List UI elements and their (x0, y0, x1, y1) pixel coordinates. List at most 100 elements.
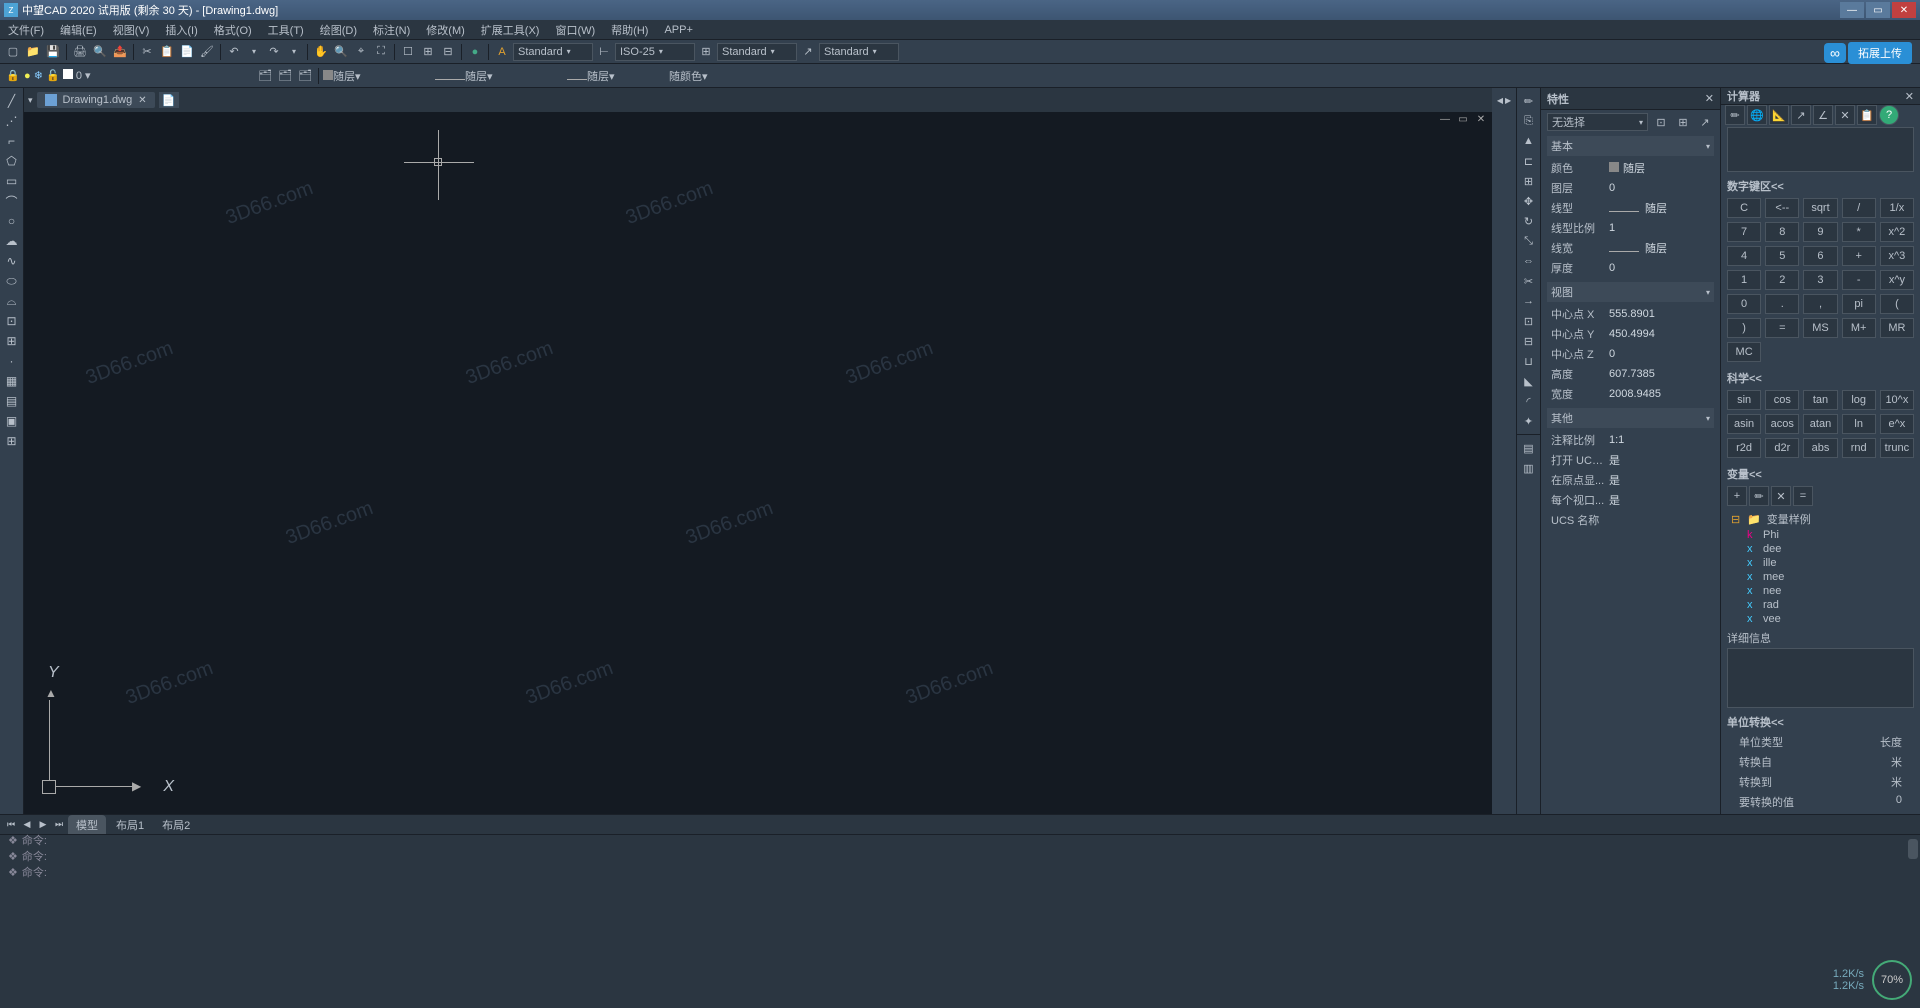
property-value[interactable]: 是 (1605, 472, 1714, 488)
sci-section-header[interactable]: 科学<< (1727, 368, 1914, 388)
menu-tools[interactable]: 工具(T) (260, 22, 312, 38)
text-style-dropdown[interactable]: Standard▾ (513, 43, 593, 61)
var-item[interactable]: kPhi (1727, 528, 1914, 542)
property-value[interactable]: 0 (1605, 348, 1714, 360)
print-icon[interactable]: 🖨 (71, 43, 89, 61)
save-icon[interactable]: 💾 (44, 43, 62, 61)
numpad-section-header[interactable]: 数字键区<< (1727, 176, 1914, 196)
calc-key-acos[interactable]: acos (1765, 414, 1799, 434)
property-row[interactable]: 线宽随层 (1547, 238, 1714, 258)
cmd-handle-icon[interactable]: ❖ (8, 866, 18, 879)
help-icon[interactable]: ? (1879, 105, 1899, 125)
property-value[interactable]: 2008.9485 (1605, 388, 1714, 400)
scale-icon[interactable]: ⤡ (1519, 232, 1539, 250)
rectangle-icon[interactable]: ▭ (2, 172, 22, 190)
property-row[interactable]: 注释比例1:1 (1547, 430, 1714, 450)
cut-icon[interactable]: ✂ (138, 43, 156, 61)
property-value[interactable]: 555.8901 (1605, 308, 1714, 320)
calc-key-6[interactable]: 6 (1803, 246, 1837, 266)
linetype-dropdown[interactable]: 随层▾ (435, 68, 565, 84)
viewport-close-icon[interactable]: ✕ (1474, 114, 1488, 126)
get-intersect-icon[interactable]: ✕ (1835, 105, 1855, 125)
calculator-display[interactable] (1727, 127, 1914, 172)
calc-key-M+[interactable]: M+ (1842, 318, 1876, 338)
var-section-header[interactable]: 变量<< (1727, 464, 1914, 484)
extend-icon[interactable]: → (1519, 292, 1539, 310)
table-style-icon[interactable]: ⊞ (697, 43, 715, 61)
offset-icon[interactable]: ⊏ (1519, 152, 1539, 170)
calc-key-cos[interactable]: cos (1765, 390, 1799, 410)
tool-palette-icon[interactable]: ⊟ (439, 43, 457, 61)
print-preview-icon[interactable]: 🔍 (91, 43, 109, 61)
property-row[interactable]: UCS 名称 (1547, 510, 1714, 530)
new-icon[interactable]: ▢ (4, 43, 22, 61)
calc-key-r2d[interactable]: r2d (1727, 438, 1761, 458)
cmd-handle-icon[interactable]: ❖ (8, 850, 18, 863)
copy-icon[interactable]: 📋 (158, 43, 176, 61)
dim-style-icon[interactable]: ⊢ (595, 43, 613, 61)
close-panel-icon[interactable]: ✕ (1905, 90, 1914, 103)
paste-icon[interactable]: 📄 (178, 43, 196, 61)
break-at-point-icon[interactable]: ⊡ (1519, 312, 1539, 330)
rotate-icon[interactable]: ↻ (1519, 212, 1539, 230)
color-dropdown[interactable]: 随层▾ (323, 68, 433, 84)
property-value[interactable]: 450.4994 (1605, 328, 1714, 340)
property-row[interactable]: 图层0 (1547, 178, 1714, 198)
point-icon[interactable]: · (2, 352, 22, 370)
calc-key-0[interactable]: 0 (1727, 294, 1761, 314)
property-row[interactable]: 打开 UCS...是 (1547, 450, 1714, 470)
calc-key-=[interactable]: = (1765, 318, 1799, 338)
tab-next-icon[interactable]: ▶ (36, 818, 50, 832)
calc-key-4[interactable]: 4 (1727, 246, 1761, 266)
insert-block-icon[interactable]: ⊡ (2, 312, 22, 330)
draworder2-icon[interactable]: ▥ (1519, 459, 1539, 477)
layer-dropdown[interactable]: ● ❄ 🔓 0 ▾ (24, 69, 254, 82)
menu-edit[interactable]: 编辑(E) (52, 22, 105, 38)
nav-right-icon[interactable]: ▶ (1505, 96, 1511, 105)
polygon-icon[interactable]: ⬠ (2, 152, 22, 170)
paste-value-icon[interactable]: 📋 (1857, 105, 1877, 125)
get-coord-icon[interactable]: 📐 (1769, 105, 1789, 125)
cmd-handle-icon[interactable]: ❖ (8, 834, 18, 847)
calc-key-rnd[interactable]: rnd (1842, 438, 1876, 458)
var-item[interactable]: xmee (1727, 570, 1914, 584)
unit-row[interactable]: 单位类型长度 (1727, 732, 1914, 752)
property-group-header[interactable]: 基本▾ (1547, 136, 1714, 156)
match-properties-icon[interactable]: 🖌 (198, 43, 216, 61)
property-value[interactable]: 随层 (1605, 200, 1714, 216)
property-value[interactable]: 随层 (1605, 160, 1714, 176)
publish-icon[interactable]: 📤 (111, 43, 129, 61)
hatch-icon[interactable]: ▦ (2, 372, 22, 390)
calc-key-1[interactable]: 1 (1727, 270, 1761, 290)
quick-select-icon[interactable]: ⊡ (1652, 113, 1670, 131)
upload-cta[interactable]: ∞ 拓展上传 (1824, 42, 1912, 64)
calc-key-ln[interactable]: ln (1842, 414, 1876, 434)
calc-key-e^x[interactable]: e^x (1880, 414, 1914, 434)
menu-extend[interactable]: 扩展工具(X) (473, 22, 548, 38)
calc-key-9[interactable]: 9 (1803, 222, 1837, 242)
tab-first-icon[interactable]: ⏮ (4, 818, 18, 832)
layer-iso-icon[interactable]: 🗂 (296, 67, 314, 85)
line-icon[interactable]: ╱ (2, 92, 22, 110)
calc-key-1/x[interactable]: 1/x (1880, 198, 1914, 218)
calc-key-.[interactable]: . (1765, 294, 1799, 314)
calc-key--[interactable]: - (1842, 270, 1876, 290)
calc-key-abs[interactable]: abs (1803, 438, 1837, 458)
property-row[interactable]: 在原点显...是 (1547, 470, 1714, 490)
menu-app[interactable]: APP+ (656, 24, 700, 36)
tab-dropdown-icon[interactable]: ▾ (28, 95, 33, 106)
trim-icon[interactable]: ✂ (1519, 272, 1539, 290)
calc-key-7[interactable]: 7 (1727, 222, 1761, 242)
stretch-icon[interactable]: ⇔ (1519, 252, 1539, 270)
property-row[interactable]: 每个视口...是 (1547, 490, 1714, 510)
calc-key-([interactable]: ( (1880, 294, 1914, 314)
polyline-icon[interactable]: ⌐ (2, 132, 22, 150)
undo-icon[interactable]: ↶ (225, 43, 243, 61)
gradient-icon[interactable]: ▤ (2, 392, 22, 410)
revision-cloud-icon[interactable]: ☁ (2, 232, 22, 250)
var-details-label[interactable]: 详细信息 (1727, 628, 1914, 648)
maximize-button[interactable]: ▭ (1866, 2, 1890, 18)
close-tab-icon[interactable]: ✕ (138, 95, 146, 106)
tab-prev-icon[interactable]: ◀ (20, 818, 34, 832)
property-row[interactable]: 线型比例1 (1547, 218, 1714, 238)
